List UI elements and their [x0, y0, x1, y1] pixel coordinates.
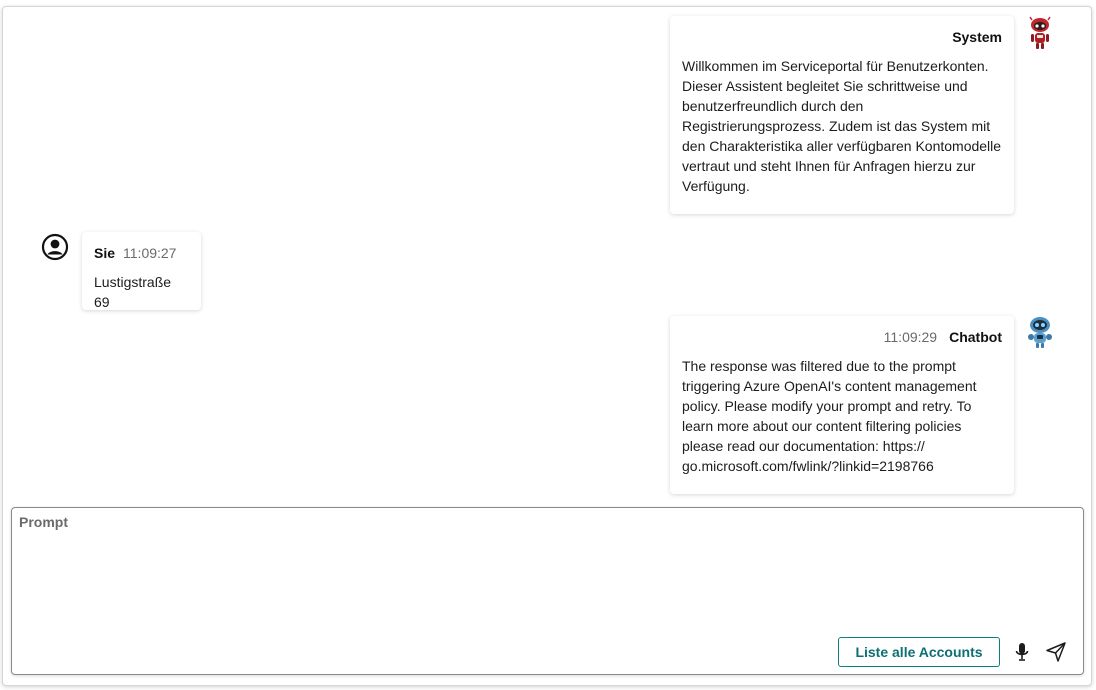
message-time: 11:09:29: [883, 329, 938, 345]
user-message: Sie 11:09:27 Lustigstraße 69: [82, 232, 201, 310]
prompt-box: Prompt Liste alle Accounts: [11, 507, 1084, 675]
chatbot-message: 11:09:29 Chatbot The response was filter…: [670, 316, 1014, 494]
message-author: Chatbot: [949, 329, 1002, 345]
message-time: 11:09:27: [123, 245, 177, 261]
message-author: Sie: [94, 245, 116, 261]
prompt-input[interactable]: [19, 536, 1073, 636]
blue-robot-avatar-icon: [1026, 315, 1054, 349]
red-robot-avatar-icon: [1026, 16, 1054, 50]
microphone-icon[interactable]: [1009, 639, 1035, 665]
message-text: Willkommen im Serviceportal für Benutzer…: [682, 58, 1002, 194]
message-header: Sie 11:09:27: [94, 244, 189, 262]
user-circle-icon: [41, 233, 69, 261]
message-author: System: [952, 29, 1002, 45]
message-text: The response was filtered due to the pro…: [682, 358, 977, 474]
list-accounts-button[interactable]: Liste alle Accounts: [838, 637, 1000, 667]
message-header: System: [682, 28, 1002, 46]
prompt-label: Prompt: [19, 514, 68, 530]
system-message: System Willkommen im Serviceportal für B…: [670, 16, 1014, 214]
send-icon[interactable]: [1043, 639, 1069, 665]
message-text: Lustigstraße 69: [94, 274, 175, 310]
message-header: 11:09:29 Chatbot: [682, 328, 1002, 346]
